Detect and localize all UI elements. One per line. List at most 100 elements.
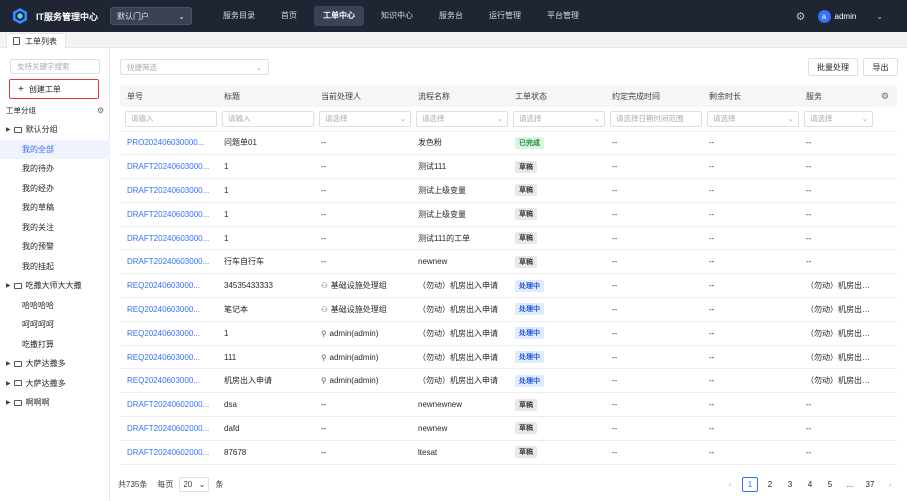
table-row[interactable]: REQ20240603000... 111 ⚲ admin(admin) （勿动）机房出… [120,345,897,370]
page-item[interactable]: 37 [862,477,878,492]
tree-folder[interactable]: ▶ 默认分组 [0,120,110,140]
table-row[interactable]: DRAFT20240602000... dafd -- newnew 草稿 -- -- -- [120,416,897,441]
filter-select[interactable]: 请选择 ⌄ [416,110,508,127]
settings-gear-icon[interactable]: ⚙ [796,10,806,23]
export-button[interactable]: 导出 [863,58,898,76]
table-row[interactable]: DRAFT20240602000... 87678 -- ltesat 草稿 -- -- -- [120,440,897,465]
tab-ticket-list[interactable]: 工单列表 [6,33,66,48]
filter-select[interactable]: 请选择 ⌄ [319,110,411,127]
table-row[interactable]: DRAFT20240603000... 1 -- 测试上级变量 草稿 -- -- -- [120,178,897,203]
ticket-id-link[interactable]: DRAFT20240603000... [127,162,209,171]
cell-id[interactable]: DRAFT20240603000... [120,202,217,227]
tree-item[interactable]: 吃撒打算 [0,335,110,355]
page-item[interactable]: 5 [822,477,838,492]
ticket-id-link[interactable]: REQ20240603000... [127,376,200,385]
ticket-id-link[interactable]: DRAFT20240602000... [127,424,209,433]
page-item[interactable]: 3 [782,477,798,492]
table-row[interactable]: REQ20240603000... 笔记本 ⚇ 基础设施处理组 （勿动）机房出入申请 处理… [120,297,897,322]
table-row[interactable]: DRAFT20240603000... 1 -- 测试111 草稿 -- -- -- [120,154,897,180]
cell-id[interactable]: REQ20240603000... [120,273,217,299]
tree-item[interactable]: 我的关注 [0,218,110,238]
page-item[interactable]: 2 [762,477,778,492]
table-row[interactable]: DRAFT20240603000... 1 -- 测试111的工单 草稿 -- -- -- [120,226,897,251]
ticket-id-link[interactable]: DRAFT20240602000... [127,448,209,457]
chevron-right-icon[interactable]: › [882,477,898,492]
tree-item[interactable]: 我的草稿 [0,198,110,218]
cell-id[interactable]: REQ20240603000... [120,321,217,346]
caret-right-icon[interactable]: ▶ [6,380,11,387]
user-name[interactable]: admin [835,12,857,21]
ticket-id-link[interactable]: DRAFT20240603000... [127,234,209,243]
tree-folder[interactable]: ▶ 大萨达撒多 [0,354,110,374]
caret-right-icon[interactable]: ▶ [6,399,11,406]
table-row[interactable]: REQ20240603000... 1 ⚲ admin(admin) （勿动）机房出入申… [120,321,897,346]
tree-item[interactable]: 我的全部 [0,139,110,159]
nav-item-knowledge-center[interactable]: 知识中心 [372,6,422,26]
cell-id[interactable]: DRAFT20240603000... [120,178,217,203]
chevron-left-icon[interactable]: ‹ [722,477,738,492]
tree-folder[interactable]: ▶ 大萨达撒多 [0,374,110,394]
page-item[interactable]: 4 [802,477,818,492]
page-size-select[interactable]: 20 ⌄ [179,476,210,492]
chevron-down-icon[interactable]: ⌄ [876,12,883,21]
table-row[interactable]: DRAFT20240603000... 1 -- 测试上级变量 草稿 -- -- -- [120,202,897,227]
sidebar-search-input[interactable]: 支持关键字搜索 [10,59,100,74]
cell-id[interactable]: DRAFT20240602000... [120,392,217,418]
tree-item[interactable]: 哈哈哈哈 [0,296,110,316]
create-ticket-button[interactable]: + 创建工单 [9,79,99,99]
ticket-id-link[interactable]: REQ20240603000... [127,353,200,362]
ticket-id-link[interactable]: DRAFT20240603000... [127,186,209,195]
column-settings-icon[interactable]: ⚙ [873,85,897,107]
nav-item-operations[interactable]: 运行管理 [480,6,530,26]
filter-input[interactable]: 请输入 [125,110,217,127]
batch-process-button[interactable]: 批量处理 [808,58,858,76]
table-row[interactable]: DRAFT20240602000... dsa -- newnewnew 草稿 -- -- -… [120,392,897,418]
tree-item[interactable]: 我的经办 [0,179,110,199]
tree-folder[interactable]: ▶ 啊啊啊 [0,393,110,413]
cell-id[interactable]: DRAFT20240603000... [120,226,217,251]
filter-select[interactable]: 请选择 ⌄ [513,110,605,127]
cell-id[interactable]: REQ20240603000... [120,297,217,322]
cell-id[interactable]: DRAFT20240603000... [120,154,217,180]
avatar[interactable]: a [817,9,831,23]
ticket-id-link[interactable]: DRAFT20240603000... [127,257,209,266]
ticket-id-link[interactable]: REQ20240603000... [127,329,200,338]
nav-item-platform-admin[interactable]: 平台管理 [538,6,588,26]
cell-id[interactable]: DRAFT20240602000... [120,440,217,465]
nav-item-service-catalog[interactable]: 服务目录 [214,6,264,26]
table-row[interactable]: DRAFT20240603000... 行车自行车 -- newnew 草稿 -- -- -- [120,249,897,275]
ticket-id-link[interactable]: DRAFT20240603000... [127,210,209,219]
caret-right-icon[interactable]: ▶ [6,360,11,367]
group-settings-icon[interactable]: ⚙ [97,106,104,115]
filter-select[interactable]: 请选择日期时间范围 [610,110,702,127]
cell-id[interactable]: REQ20240603000... [120,368,217,394]
filter-select[interactable]: 请选择 ⌄ [707,110,799,127]
nav-item-ticket-center[interactable]: 工单中心 [314,6,364,26]
tree-item[interactable]: 我的预警 [0,237,110,257]
tree-item[interactable]: 我的待办 [0,159,110,179]
tree-item[interactable]: 我的挂起 [0,257,110,277]
ticket-id-link[interactable]: PRO202406030000... [127,138,204,147]
filter-select[interactable]: 请选择 ⌄ [804,110,873,127]
nav-item-service-desk[interactable]: 服务台 [430,6,472,26]
cell-id[interactable]: PRO202406030000... [120,131,217,156]
table-row[interactable]: REQ20240603000... 机房出入申请 ⚲ admin(admin) （勿动）… [120,368,897,394]
ticket-id-link[interactable]: DRAFT20240602000... [127,400,209,409]
page-item[interactable]: 1 [742,476,758,492]
filter-input[interactable]: 请输入 [222,110,314,127]
ticket-id-link[interactable]: REQ20240603000... [127,305,200,314]
table-row[interactable]: REQ20240603000... 34535433333 ⚇ 基础设施处理组 （勿动）… [120,273,897,299]
caret-right-icon[interactable]: ▶ [6,282,11,289]
tree-folder[interactable]: ▶ 吃撒大师大大撒 [0,276,110,296]
quick-filter-select[interactable]: 快捷筛选 ⌄ [120,59,269,75]
ticket-id-link[interactable]: REQ20240603000... [127,281,200,290]
page-item[interactable]: ... [842,477,858,492]
tree-item[interactable]: 呵呵呵呵 [0,315,110,335]
portal-select[interactable]: 默认门户 ⌄ [110,7,192,25]
table-row[interactable]: PRO202406030000... 问题单01 -- 发色粉 已完成 -- -- -- [120,131,897,156]
nav-item-home[interactable]: 首页 [272,6,306,26]
cell-id[interactable]: REQ20240603000... [120,345,217,370]
cell-id[interactable]: DRAFT20240603000... [120,249,217,275]
cell-id[interactable]: DRAFT20240602000... [120,416,217,441]
caret-right-icon[interactable]: ▶ [6,126,11,133]
